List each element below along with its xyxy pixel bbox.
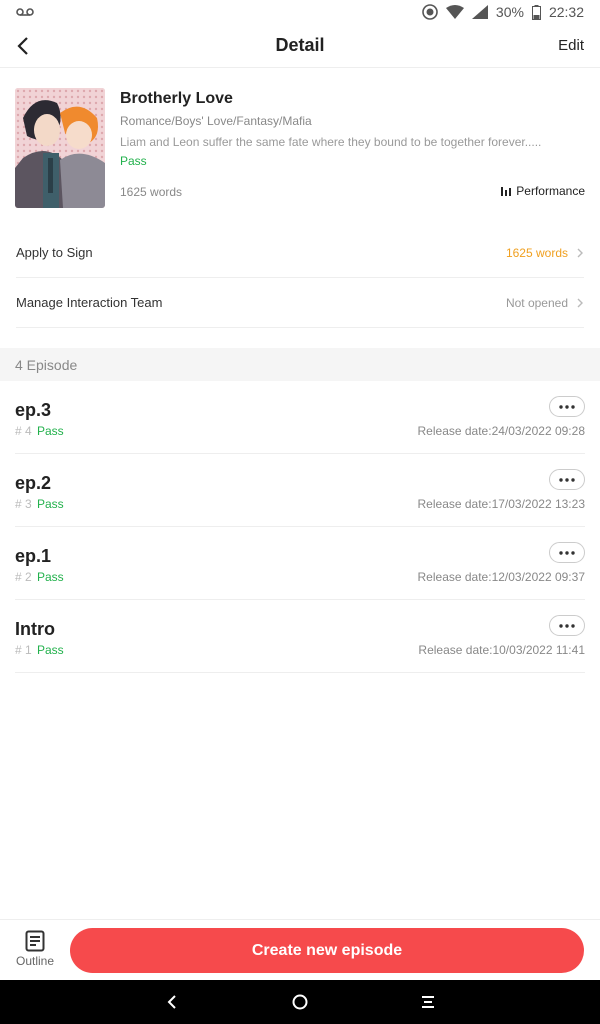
book-description: Liam and Leon suffer the same fate where… <box>120 135 542 149</box>
episode-row[interactable]: ep.3 # 4 Pass Release date:24/03/2022 09… <box>15 381 585 454</box>
outline-label: Outline <box>15 954 55 968</box>
outline-button[interactable]: Outline <box>10 930 60 974</box>
episodes-count-header: 4 Episode <box>0 348 600 381</box>
row-value: 1625 words <box>505 245 568 260</box>
battery-percent: 30% <box>495 4 524 20</box>
episode-status: Pass <box>37 570 64 584</box>
episode-row[interactable]: ep.1 # 2 Pass Release date:12/03/2022 09… <box>15 527 585 600</box>
page-title: Detail <box>275 35 325 55</box>
bar-chart-icon <box>501 187 512 196</box>
header: Detail Edit <box>0 24 600 68</box>
more-dots-icon <box>559 550 575 555</box>
episode-row[interactable]: ep.2 # 3 Pass Release date:17/03/2022 13… <box>15 454 585 527</box>
episode-title: Intro <box>15 619 55 639</box>
episode-title: ep.3 <box>15 400 52 420</box>
episode-number: # 4 <box>15 424 32 438</box>
do-not-disturb-icon <box>422 4 438 20</box>
book-info: Brotherly Love Romance/Boys' Love/Fantas… <box>15 88 585 208</box>
create-new-episode-button[interactable]: Create new episode <box>70 928 584 973</box>
episode-release-date: Release date:12/03/2022 09:37 <box>417 570 585 584</box>
episode-number: # 3 <box>15 497 32 511</box>
more-options-button[interactable] <box>549 469 585 490</box>
episode-number: # 2 <box>15 570 32 584</box>
book-title: Brotherly Love <box>120 90 233 107</box>
more-dots-icon <box>559 623 575 628</box>
cover-illustration <box>15 88 105 208</box>
more-options-button[interactable] <box>549 615 585 636</box>
performance-label: Performance <box>516 184 585 198</box>
book-details: Brotherly Love Romance/Boys' Love/Fantas… <box>120 88 585 169</box>
more-options-button[interactable] <box>549 542 585 563</box>
wifi-icon <box>445 5 464 19</box>
battery-icon <box>531 4 541 20</box>
clock: 22:32 <box>548 4 584 20</box>
outline-document-icon <box>25 930 45 952</box>
row-value: Not opened <box>505 295 568 310</box>
row-label: Manage Interaction Team <box>16 295 163 310</box>
more-options-button[interactable] <box>549 396 585 417</box>
chevron-right-icon <box>577 298 583 307</box>
episode-status: Pass <box>37 643 64 657</box>
book-genres: Romance/Boys' Love/Fantasy/Mafia <box>120 114 312 128</box>
episode-row[interactable]: Intro # 1 Pass Release date:10/03/2022 1… <box>15 600 585 673</box>
episode-status: Pass <box>37 497 64 511</box>
voicemail-icon <box>16 8 34 16</box>
status-bar: 30% 22:32 <box>0 0 600 24</box>
nav-menu-icon[interactable] <box>416 990 440 1014</box>
chevron-right-icon <box>577 248 583 257</box>
nav-home-icon[interactable] <box>288 990 312 1014</box>
apply-to-sign-row[interactable]: Apply to Sign 1625 words <box>16 228 584 278</box>
episode-release-date: Release date:24/03/2022 09:28 <box>417 424 585 438</box>
row-label: Apply to Sign <box>16 245 93 260</box>
manage-interaction-team-row[interactable]: Manage Interaction Team Not opened <box>16 278 584 328</box>
episode-title: ep.1 <box>15 546 52 566</box>
episode-release-date: Release date:17/03/2022 13:23 <box>417 497 585 511</box>
more-dots-icon <box>559 477 575 482</box>
signal-icon <box>471 5 488 19</box>
book-status: Pass <box>120 154 147 168</box>
performance-button[interactable]: Performance <box>501 184 585 198</box>
back-arrow-icon[interactable] <box>12 34 36 58</box>
book-word-count: 1625 words <box>120 185 183 199</box>
episode-title: ep.2 <box>15 473 52 493</box>
edit-button[interactable]: Edit <box>558 37 584 54</box>
system-navigation-bar <box>0 980 600 1024</box>
episode-number: # 1 <box>15 643 32 657</box>
more-dots-icon <box>559 404 575 409</box>
episode-release-date: Release date:10/03/2022 11:41 <box>418 643 585 657</box>
nav-back-icon[interactable] <box>160 990 184 1014</box>
episode-status: Pass <box>37 424 64 438</box>
bottom-action-bar: Outline Create new episode <box>0 919 600 980</box>
book-cover[interactable] <box>15 88 105 208</box>
